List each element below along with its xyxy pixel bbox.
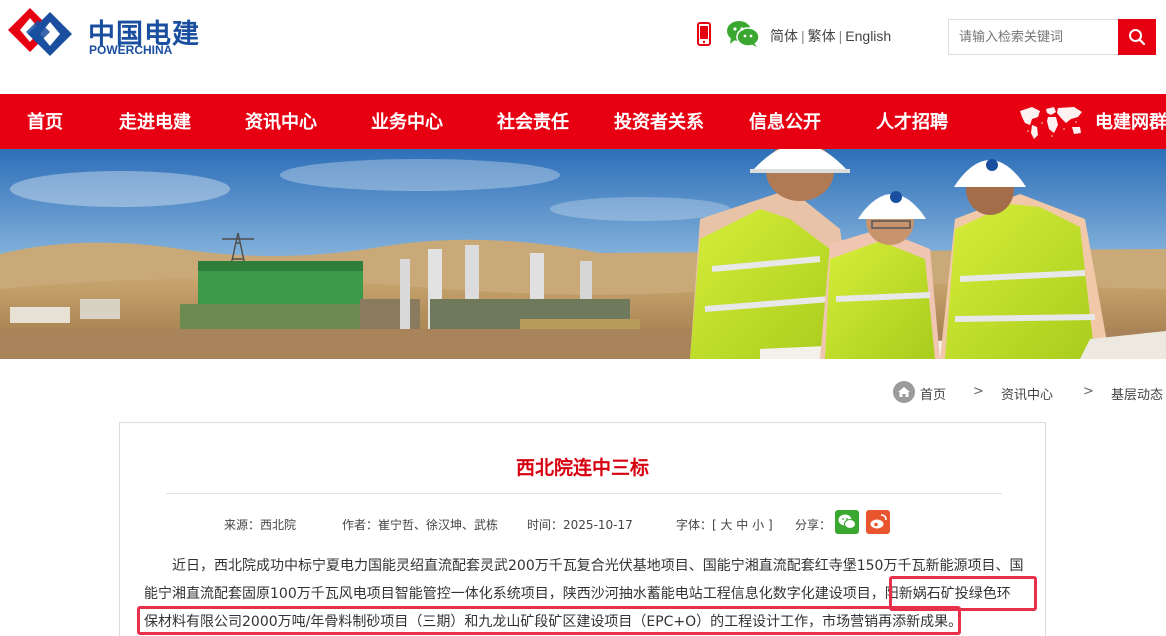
nav-item-news[interactable]: 资讯中心 — [245, 94, 317, 149]
wechat-icon[interactable] — [726, 20, 760, 48]
logo-text-en: POWERCHINA — [89, 43, 173, 57]
title-divider — [166, 493, 1002, 494]
nav-item-about[interactable]: 走进电建 — [119, 94, 191, 149]
share-weibo-icon[interactable] — [866, 510, 890, 534]
nav-item-careers[interactable]: 人才招聘 — [876, 94, 948, 149]
font-size-selector[interactable]: 字体：[ 大 中 小 ] — [676, 516, 773, 533]
breadcrumb: 首页 > 资讯中心 > 基层动态 — [890, 380, 1166, 404]
article-authors: 作者：崔宁哲、徐汉坤、武栋 — [342, 518, 499, 532]
weibo-glyph-icon — [870, 514, 887, 529]
article-body-paragraph: 近日，西北院成功中标宁夏电力国能灵绍直流配套灵武200万千瓦复合光伏基地项目、国… — [144, 558, 1024, 630]
site-header: 中国电建 POWERCHINA 简体 | 繁体 | English — [0, 0, 1166, 94]
chevron-right-icon: > — [1083, 384, 1094, 399]
wechat-glyph-icon — [838, 514, 856, 529]
article-date: 时间：2025-10-17 — [527, 518, 633, 532]
nav-item-disclosure[interactable]: 信息公开 — [749, 94, 821, 149]
article-title: 西北院连中三标 — [515, 457, 649, 479]
lang-simplified-link[interactable]: 简体 — [770, 28, 798, 44]
main-nav: 首页 走进电建 资讯中心 业务中心 社会责任 投资者关系 信息公开 人才招聘 电… — [0, 94, 1166, 149]
chevron-right-icon: > — [973, 384, 984, 399]
breadcrumb-home-link[interactable]: 首页 — [920, 384, 946, 403]
nav-item-investors[interactable]: 投资者关系 — [614, 94, 704, 149]
world-map-icon — [1020, 107, 1082, 139]
powerchina-logo-icon — [8, 8, 72, 56]
site-logo[interactable]: 中国电建 POWERCHINA — [6, 6, 199, 58]
article-source: 来源：西北院 — [224, 518, 297, 532]
lang-english-link[interactable]: English — [845, 28, 891, 44]
lang-separator: | — [838, 28, 843, 44]
article-panel: 西北院连中三标 来源：西北院 作者：崔宁哲、徐汉坤、武栋 时间：2025-10-… — [119, 422, 1046, 636]
search-button[interactable] — [1118, 19, 1156, 55]
lang-separator: | — [801, 28, 805, 44]
search-icon — [1129, 29, 1146, 46]
breadcrumb-current-link[interactable]: 基层动态 — [1111, 384, 1163, 403]
search-input[interactable] — [948, 19, 1118, 55]
hero-banner-image — [0, 149, 1166, 359]
lang-traditional-link[interactable]: 繁体 — [808, 28, 836, 44]
home-icon[interactable] — [892, 380, 916, 404]
nav-item-home[interactable]: 首页 — [27, 94, 63, 149]
nav-item-business[interactable]: 业务中心 — [371, 94, 443, 149]
nav-item-responsibility[interactable]: 社会责任 — [497, 94, 569, 149]
phone-icon[interactable] — [697, 22, 711, 46]
language-switcher: 简体 | 繁体 | English — [770, 26, 891, 46]
share-wechat-icon[interactable] — [835, 510, 859, 534]
nav-item-network[interactable]: 电建网群 — [1095, 94, 1166, 149]
breadcrumb-news-link[interactable]: 资讯中心 — [1001, 384, 1053, 403]
share-label: 分享： — [795, 518, 832, 532]
